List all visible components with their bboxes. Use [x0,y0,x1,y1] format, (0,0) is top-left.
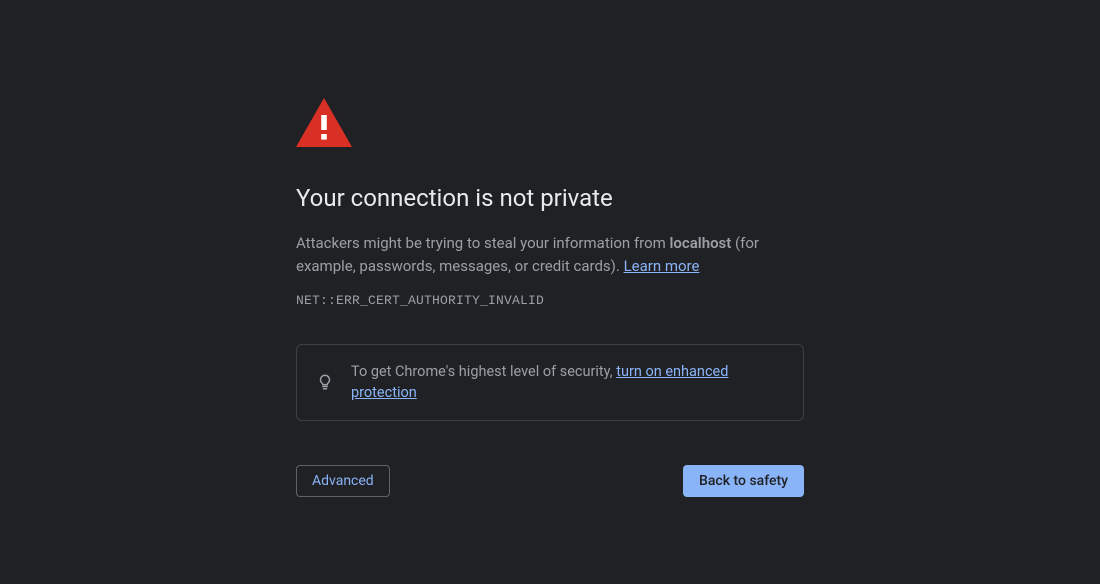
error-code: NET::ERR_CERT_AUTHORITY_INVALID [296,293,804,308]
tip-text: To get Chrome's highest level of securit… [351,361,785,405]
hostname: localhost [670,234,732,252]
back-to-safety-button[interactable]: Back to safety [683,465,804,497]
learn-more-link[interactable]: Learn more [624,257,700,275]
tip-prefix: To get Chrome's highest level of securit… [351,363,616,380]
enhanced-protection-tip: To get Chrome's highest level of securit… [296,344,804,422]
advanced-button[interactable]: Advanced [296,465,390,497]
ssl-warning-interstitial: Your connection is not private Attackers… [296,0,804,497]
warning-description: Attackers might be trying to steal your … [296,232,804,279]
warning-triangle-icon [296,98,352,147]
lightbulb-icon [315,372,335,392]
page-title: Your connection is not private [296,183,804,214]
button-row: Advanced Back to safety [296,465,804,497]
description-prefix: Attackers might be trying to steal your … [296,234,670,252]
